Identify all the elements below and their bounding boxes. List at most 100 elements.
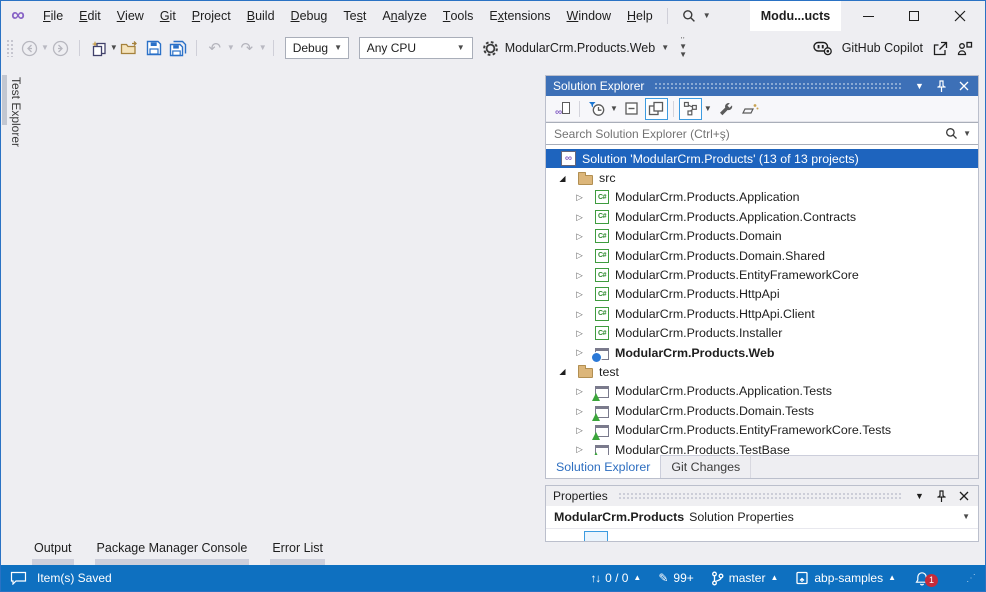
repository-selector[interactable]: abp-samples ▲: [795, 571, 896, 585]
resize-grip[interactable]: ⋰: [966, 572, 976, 586]
tree-item-project[interactable]: ModularCrm.Products.Installer: [546, 324, 978, 343]
minimize-button[interactable]: [845, 1, 891, 31]
undo-button[interactable]: ↶: [204, 35, 226, 61]
close-icon[interactable]: [956, 491, 971, 501]
toolbar-grip[interactable]: [6, 39, 13, 57]
open-folder-button[interactable]: [119, 35, 141, 61]
expander-closed-icon[interactable]: [572, 251, 587, 260]
search-input[interactable]: [546, 127, 945, 141]
chevron-down-icon[interactable]: ▼: [703, 12, 711, 20]
expander-open-icon[interactable]: [555, 174, 570, 183]
tree-item-project[interactable]: ModularCrm.Products.Domain.Shared: [546, 246, 978, 265]
menu-analyze[interactable]: Analyze: [374, 1, 434, 31]
close-icon[interactable]: [956, 81, 971, 91]
tree-item-project[interactable]: ModularCrm.Products.Application.Contract…: [546, 207, 978, 226]
live-share-icon[interactable]: [957, 41, 973, 56]
tree-item-project[interactable]: ModularCrm.Products.HttpApi: [546, 285, 978, 304]
navigate-forward-button[interactable]: [50, 35, 72, 61]
menu-window[interactable]: Window: [559, 1, 619, 31]
pending-edits-button[interactable]: 99+: [658, 571, 693, 585]
expander-closed-icon[interactable]: [572, 407, 587, 416]
window-position-icon[interactable]: ▼: [912, 82, 927, 91]
redo-button[interactable]: ↷: [236, 35, 258, 61]
chevron-down-icon[interactable]: ▼: [110, 44, 118, 52]
notifications-button[interactable]: 1: [915, 571, 929, 586]
tab-package-manager-console[interactable]: Package Manager Console: [95, 541, 250, 565]
tree-item-project[interactable]: ModularCrm.Products.Application: [546, 188, 978, 207]
tree-item-web-project[interactable]: ModularCrm.Products.Web: [546, 343, 978, 362]
expander-closed-icon[interactable]: [572, 426, 587, 435]
tree-item-test-project[interactable]: ModularCrm.Products.Application.Tests: [546, 382, 978, 401]
maximize-button[interactable]: [891, 1, 937, 31]
test-explorer-side-tab[interactable]: Test Explorer: [1, 71, 27, 201]
preview-selected-items-button[interactable]: [645, 98, 668, 120]
expander-closed-icon[interactable]: [572, 348, 587, 357]
tab-solution-explorer[interactable]: Solution Explorer: [546, 455, 661, 478]
expander-closed-icon[interactable]: [572, 290, 587, 299]
tree-item-project[interactable]: ModularCrm.Products.EntityFrameworkCore: [546, 265, 978, 284]
solution-filter-button[interactable]: [739, 98, 762, 120]
expander-closed-icon[interactable]: [572, 310, 587, 319]
tree-item-folder-src[interactable]: src: [546, 168, 978, 187]
sync-commits-button[interactable]: 0 / 0 ▲: [591, 571, 642, 585]
new-project-button[interactable]: [87, 35, 109, 61]
menu-edit[interactable]: Edit: [71, 1, 109, 31]
chevron-down-icon[interactable]: ▼: [41, 44, 49, 52]
pending-changes-filter-button[interactable]: [585, 98, 608, 120]
chevron-down-icon[interactable]: ▼: [610, 105, 618, 113]
chevron-down-icon[interactable]: ▼: [259, 44, 267, 52]
tab-error-list[interactable]: Error List: [270, 541, 325, 565]
search-icon[interactable]: [945, 127, 958, 140]
properties-object-combobox[interactable]: ModularCrm.Products Solution Properties …: [546, 506, 978, 529]
expander-closed-icon[interactable]: [572, 329, 587, 338]
expander-open-icon[interactable]: [555, 367, 570, 376]
tab-git-changes[interactable]: Git Changes: [661, 456, 751, 478]
menu-test[interactable]: Test: [335, 1, 374, 31]
sync-with-active-document-button[interactable]: [679, 98, 702, 120]
navigate-back-button[interactable]: [18, 35, 40, 61]
tree-item-project[interactable]: ModularCrm.Products.Domain: [546, 227, 978, 246]
tree-item-test-project[interactable]: ModularCrm.Products.EntityFrameworkCore.…: [546, 420, 978, 439]
window-position-icon[interactable]: ▼: [912, 492, 927, 501]
menu-help[interactable]: Help: [619, 1, 661, 31]
pin-icon[interactable]: [934, 80, 949, 93]
feedback-icon[interactable]: [10, 571, 27, 585]
clipped-toolbar-button[interactable]: [584, 531, 608, 541]
github-copilot-icon[interactable]: [813, 40, 833, 56]
tree-item-solution[interactable]: Solution 'ModularCrm.Products' (13 of 13…: [546, 149, 978, 168]
toolbar-overflow-button[interactable]: '' ▼ ▼: [679, 38, 687, 59]
platform-combobox[interactable]: Any CPU ▼: [359, 37, 473, 59]
save-all-button[interactable]: [167, 35, 189, 61]
tab-output[interactable]: Output: [32, 541, 74, 565]
tree-item-project[interactable]: ModularCrm.Products.HttpApi.Client: [546, 304, 978, 323]
tree-item-folder-test[interactable]: test: [546, 362, 978, 381]
expander-closed-icon[interactable]: [572, 445, 587, 454]
share-icon[interactable]: [932, 41, 948, 56]
close-button[interactable]: [937, 1, 983, 31]
solution-explorer-header[interactable]: Solution Explorer ▼: [546, 76, 978, 96]
expander-closed-icon[interactable]: [572, 232, 587, 241]
menu-git[interactable]: Git: [152, 1, 184, 31]
chevron-down-icon[interactable]: ▼: [963, 130, 971, 138]
collapse-all-button[interactable]: [620, 98, 643, 120]
expander-closed-icon[interactable]: [572, 271, 587, 280]
expander-closed-icon[interactable]: [572, 213, 587, 222]
startup-project-selector[interactable]: ModularCrm.Products.Web ▼: [482, 40, 669, 57]
save-button[interactable]: [143, 35, 165, 61]
copilot-label[interactable]: GitHub Copilot: [842, 41, 923, 55]
menu-file[interactable]: File: [35, 1, 71, 31]
menu-view[interactable]: View: [109, 1, 152, 31]
menu-build[interactable]: Build: [239, 1, 283, 31]
menu-project[interactable]: Project: [184, 1, 239, 31]
pin-icon[interactable]: [934, 490, 949, 503]
switch-views-button[interactable]: ∞: [551, 98, 574, 120]
branch-selector[interactable]: master ▲: [711, 571, 779, 586]
expander-closed-icon[interactable]: [572, 193, 587, 202]
menu-tools[interactable]: Tools: [435, 1, 482, 31]
quick-search[interactable]: ▼: [682, 9, 711, 23]
menu-debug[interactable]: Debug: [283, 1, 336, 31]
properties-header[interactable]: Properties ▼: [546, 486, 978, 506]
properties-button[interactable]: [714, 98, 737, 120]
tree-item-test-project[interactable]: ModularCrm.Products.TestBase: [546, 440, 978, 455]
configuration-combobox[interactable]: Debug ▼: [285, 37, 349, 59]
